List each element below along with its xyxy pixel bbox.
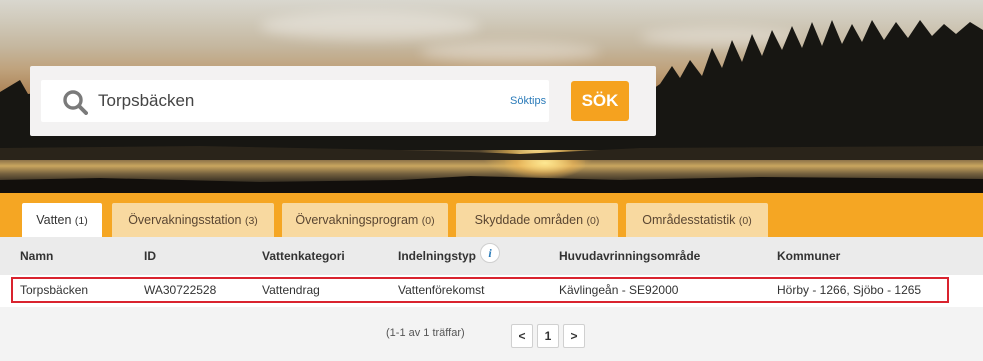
search-button[interactable]: SÖK — [571, 81, 629, 121]
tab-overvakningsstation[interactable]: Övervakningsstation (3) — [112, 203, 274, 237]
cell-huvudavrinningsomrade: Kävlingeån - SE92000 — [559, 283, 679, 297]
tab-count: (0) — [738, 215, 752, 227]
tab-vatten[interactable]: Vatten (1) — [22, 203, 102, 237]
tab-count: (3) — [244, 215, 258, 227]
search-query-text[interactable]: Torpsbäcken — [98, 80, 194, 122]
table-header: Namn ID Vattenkategori Indelningstyp i H… — [0, 237, 983, 276]
result-tabs: Vatten (1) Övervakningsstation (3) Överv… — [0, 193, 983, 237]
tab-count: (0) — [586, 215, 600, 227]
tab-count: (1) — [74, 215, 88, 227]
search-panel: Torpsbäcken Söktips SÖK — [30, 66, 656, 136]
column-header-indelningstyp[interactable]: Indelningstyp — [398, 237, 476, 275]
page-1-button[interactable]: 1 — [537, 324, 559, 348]
column-header-namn[interactable]: Namn — [20, 237, 53, 275]
tab-count: (0) — [421, 215, 435, 227]
column-header-vattenkategori[interactable]: Vattenkategori — [262, 237, 345, 275]
cell-namn[interactable]: Torpsbäcken — [20, 279, 88, 301]
tab-label: Övervakningsstation — [128, 213, 242, 227]
table-row[interactable]: Torpsbäcken WA30722528 Vattendrag Vatten… — [0, 275, 983, 304]
pagination: (1-1 av 1 träffar) < 1 > — [0, 307, 983, 361]
column-header-id[interactable]: ID — [144, 237, 156, 275]
cell-vattenkategori: Vattendrag — [262, 283, 320, 297]
tab-label: Övervakningsprogram — [295, 213, 419, 227]
column-header-huvudavrinningsomrade[interactable]: Huvudavrinningsområde — [559, 237, 700, 275]
next-page-button[interactable]: > — [563, 324, 585, 348]
tab-label: Områdesstatistik — [642, 213, 736, 227]
tab-overvakningsprogram[interactable]: Övervakningsprogram (0) — [282, 203, 448, 237]
search-tips-link[interactable]: Söktips — [510, 80, 546, 122]
results-summary: (1-1 av 1 träffar) — [386, 327, 465, 339]
tab-label: Skyddade områden — [474, 213, 584, 227]
search-input[interactable]: Torpsbäcken Söktips — [41, 80, 549, 122]
tab-label: Vatten — [36, 213, 72, 227]
column-header-kommuner[interactable]: Kommuner — [777, 237, 840, 275]
previous-page-button[interactable]: < — [511, 324, 533, 348]
info-icon[interactable]: i — [480, 243, 500, 263]
cell-indelningstyp: Vattenförekomst — [398, 283, 485, 297]
cell-id: WA30722528 — [144, 283, 217, 297]
search-icon — [63, 90, 88, 115]
tab-omradesstatistik[interactable]: Områdesstatistik (0) — [626, 203, 768, 237]
tab-skyddade-omraden[interactable]: Skyddade områden (0) — [456, 203, 618, 237]
cell-kommuner: Hörby - 1266, Sjöbo - 1265 — [777, 283, 922, 297]
